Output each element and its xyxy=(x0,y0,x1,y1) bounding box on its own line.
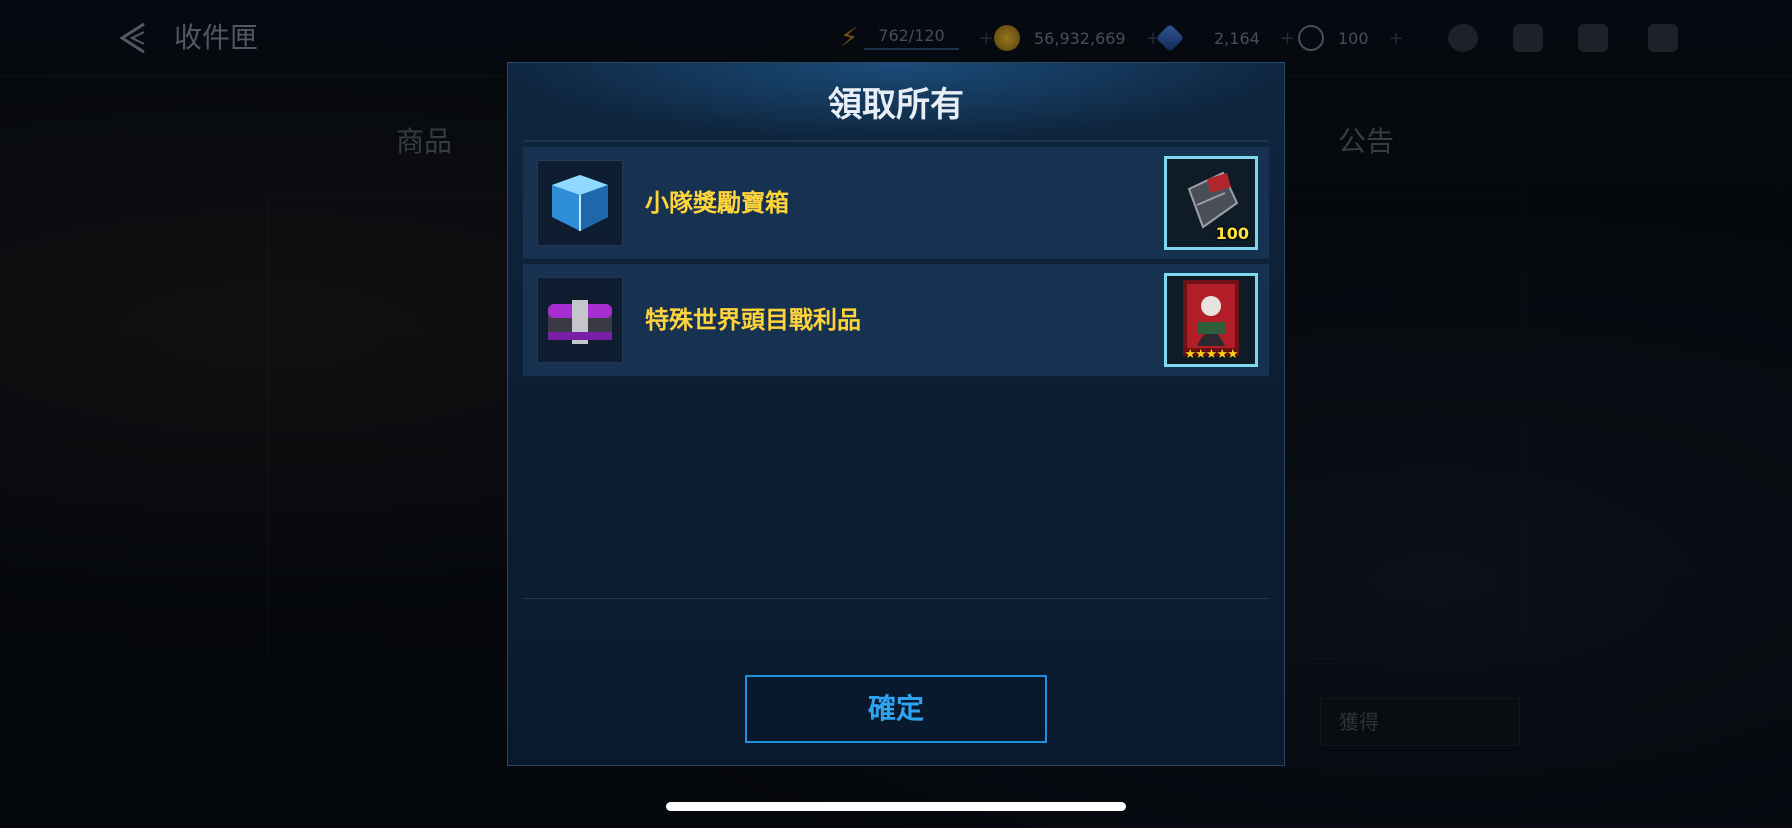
reward-stars: ★★★★★ xyxy=(1184,347,1238,362)
claim-all-dialog: 領取所有 小隊獎勵寶箱 100 特殊世界頭目戰利品 ★★★★★ 確定 xyxy=(507,62,1285,766)
list-item: 小隊獎勵寶箱 100 xyxy=(523,147,1269,259)
header-divider xyxy=(523,140,1269,142)
dialog-title: 領取所有 xyxy=(828,85,964,125)
reward-slot: 100 xyxy=(1164,156,1258,250)
item-label: 特殊世界頭目戰利品 xyxy=(645,306,861,334)
footer-divider xyxy=(523,598,1269,599)
confirm-button[interactable]: 確定 xyxy=(745,675,1047,743)
list-item: 特殊世界頭目戰利品 ★★★★★ xyxy=(523,264,1269,376)
blue-cube-chest-icon xyxy=(537,160,623,246)
item-label: 小隊獎勵寶箱 xyxy=(645,189,789,217)
reward-count: 100 xyxy=(1215,224,1249,243)
reward-slot: ★★★★★ xyxy=(1164,273,1258,367)
purple-chest-icon xyxy=(537,277,623,363)
home-indicator[interactable] xyxy=(666,802,1126,811)
